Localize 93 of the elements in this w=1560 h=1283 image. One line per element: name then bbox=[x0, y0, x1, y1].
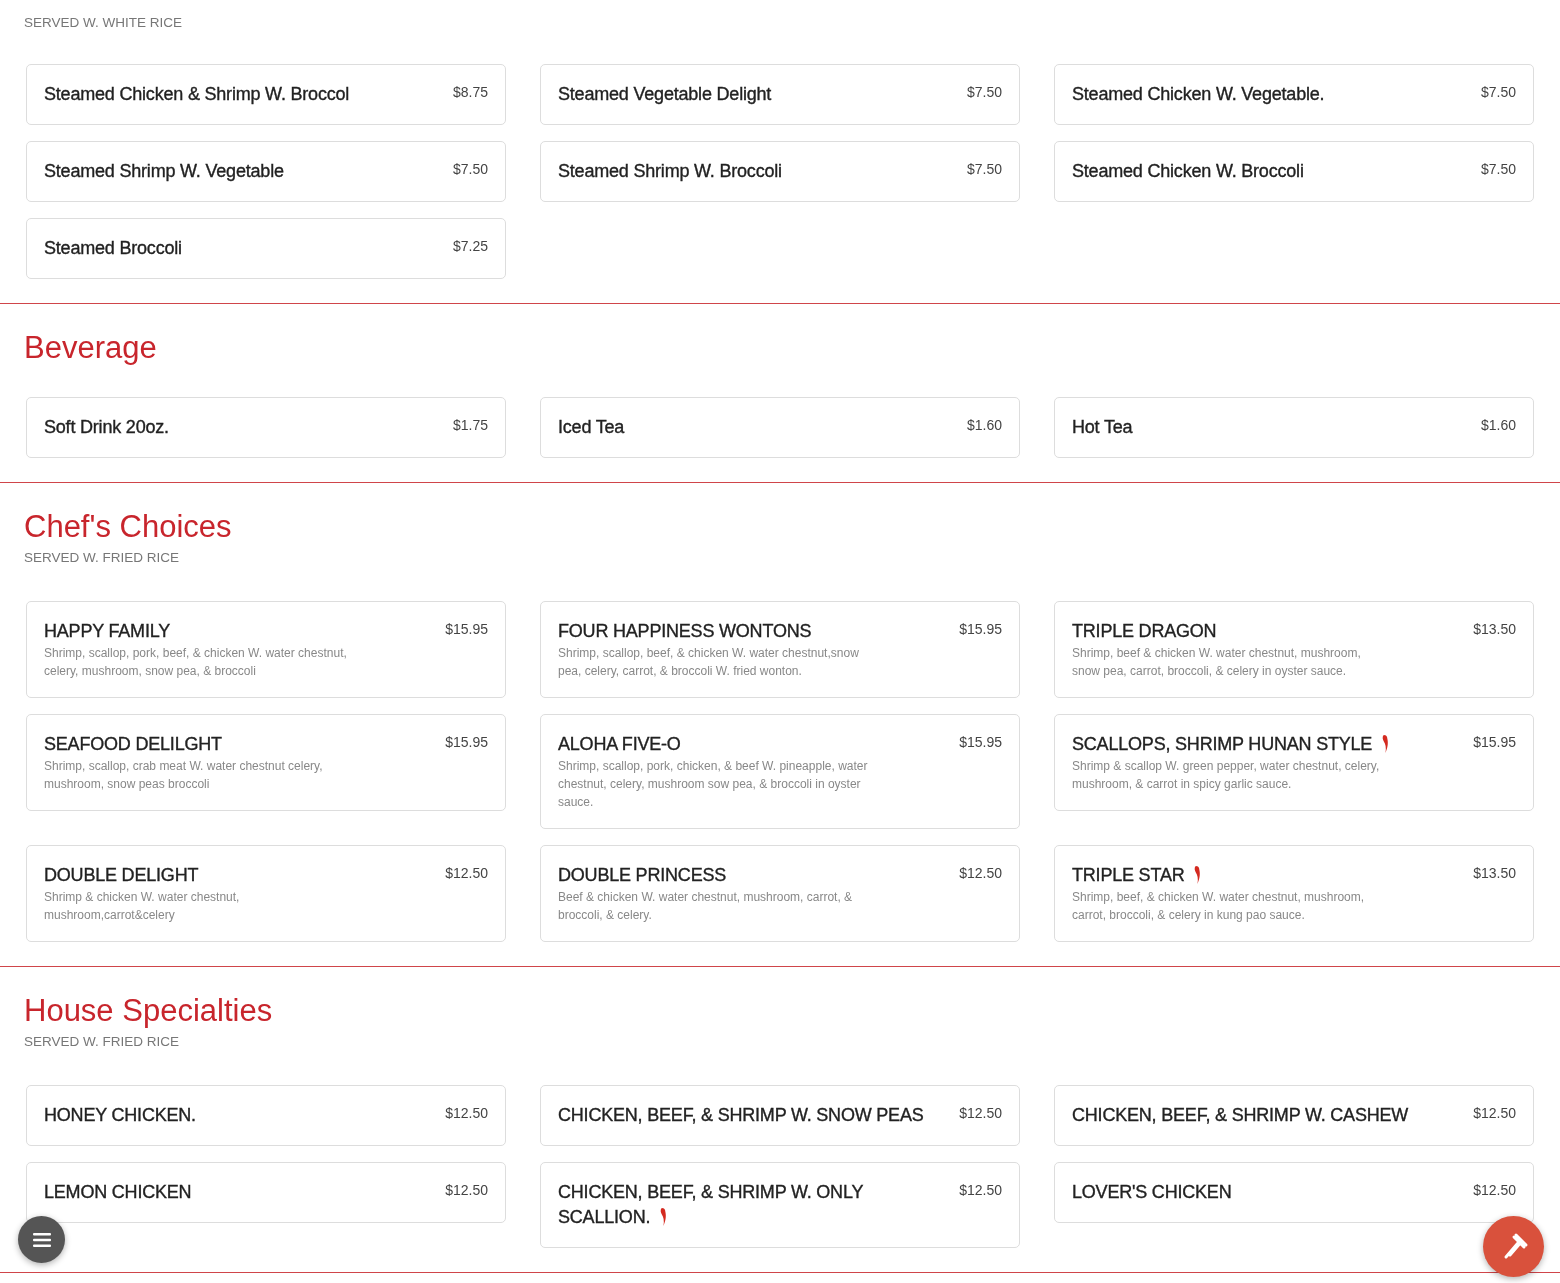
item-name: Steamed Shrimp W. Broccoli bbox=[558, 161, 782, 181]
item-name: Steamed Vegetable Delight bbox=[558, 84, 772, 104]
item-name: CHICKEN, BEEF, & SHRIMP W. ONLY SCALLION. bbox=[558, 1182, 863, 1227]
menu-item-card[interactable]: LOVER'S CHICKEN $12.50 bbox=[1054, 1162, 1534, 1223]
section-title: Chef's Choices bbox=[24, 508, 233, 546]
item-price: $12.50 bbox=[959, 864, 1002, 883]
item-name: SEAFOOD DELILGHT bbox=[44, 734, 222, 754]
menu-item-card[interactable]: Steamed Broccoli $7.25 bbox=[26, 218, 506, 279]
item-name: Steamed Broccoli bbox=[44, 238, 182, 258]
menu-item-card[interactable]: SEAFOOD DELILGHT Shrimp, scallop, crab meat W. water chestnut celery, mushroom, snow peas broccoli $15.95 bbox=[26, 714, 506, 811]
item-price: $12.50 bbox=[445, 1104, 488, 1123]
item-name: CHICKEN, BEEF, & SHRIMP W. CASHEW bbox=[1072, 1105, 1409, 1125]
item-price: $15.95 bbox=[1473, 733, 1516, 752]
menu-item-card[interactable]: HAPPY FAMILY Shrimp, scallop, pork, beef, & chicken W. water chestnut, celery, mushroom, snow pea, & broccoli $15.95 bbox=[26, 601, 506, 698]
section-subtitle: SERVED W. FRIED RICE bbox=[24, 550, 181, 565]
menu-item-card[interactable]: FOUR HAPPINESS WONTONS Shrimp, scallop, beef, & chicken W. water chestnut,snow pea, celery, carrot, & broccoli W. fried wonton. $15.95 bbox=[540, 601, 1020, 698]
item-name: FOUR HAPPINESS WONTONS bbox=[558, 621, 812, 641]
item-name: HAPPY FAMILY bbox=[44, 621, 170, 641]
menu-item-card[interactable]: Steamed Shrimp W. Broccoli $7.50 bbox=[540, 141, 1020, 202]
item-price: $12.50 bbox=[445, 1181, 488, 1200]
item-price: $15.95 bbox=[445, 733, 488, 752]
order-button[interactable] bbox=[1483, 1216, 1544, 1277]
item-price: $7.50 bbox=[966, 83, 1002, 102]
menu-item-card[interactable]: ALOHA FIVE-O Shrimp, scallop, pork, chicken, & beef W. pineapple, water chestnut, celery, mushroom sow pea, & broccoli in oyster sauce. $15.95 bbox=[540, 714, 1020, 829]
section-subtitle: SERVED W. WHITE RICE bbox=[24, 15, 184, 30]
item-name: Hot Tea bbox=[1072, 417, 1133, 437]
menu-item-card[interactable]: Steamed Shrimp W. Vegetable $7.50 bbox=[26, 141, 506, 202]
item-description: Shrimp, scallop, beef, & chicken W. water chestnut,snow pea, celery, carrot, & broccoli W. fried wonton. bbox=[558, 645, 860, 680]
section-subtitle: SERVED W. FRIED RICE bbox=[24, 1034, 181, 1049]
menu-item-card[interactable]: Steamed Chicken W. Vegetable. $7.50 bbox=[1054, 64, 1534, 125]
item-name: SCALLOPS, SHRIMP HUNAN STYLE bbox=[1072, 734, 1373, 754]
item-price: $7.50 bbox=[966, 160, 1002, 179]
item-price: $13.50 bbox=[1473, 620, 1516, 639]
item-price: $12.50 bbox=[959, 1104, 1002, 1123]
item-name: Iced Tea bbox=[558, 417, 625, 437]
item-description: Shrimp & scallop W. green pepper, water chestnut, celery, mushroom, & carrot in spicy garlic sauce. bbox=[1072, 758, 1381, 793]
menu-item-card[interactable]: HONEY CHICKEN. $12.50 bbox=[26, 1085, 506, 1146]
item-price: $1.75 bbox=[452, 416, 488, 435]
menu-item-card[interactable]: DOUBLE PRINCESS Beef & chicken W. water chestnut, mushroom, carrot, & broccoli, & celery. $12.50 bbox=[540, 845, 1020, 942]
item-name: Steamed Chicken W. Vegetable. bbox=[1072, 84, 1325, 104]
item-name: Steamed Chicken W. Broccoli bbox=[1072, 161, 1304, 181]
item-price: $12.50 bbox=[959, 1181, 1002, 1200]
menu-item-card[interactable]: Hot Tea $1.60 bbox=[1054, 397, 1534, 458]
item-price: $1.60 bbox=[966, 416, 1002, 435]
item-name: CHICKEN, BEEF, & SHRIMP W. SNOW PEAS bbox=[558, 1105, 924, 1125]
item-price: $7.50 bbox=[1480, 160, 1516, 179]
item-name: TRIPLE DRAGON bbox=[1072, 621, 1217, 641]
item-price: $12.50 bbox=[1473, 1104, 1516, 1123]
menu-item-card[interactable]: Steamed Chicken & Shrimp W. Broccol $8.75 bbox=[26, 64, 506, 125]
menu-item-card[interactable]: SCALLOPS, SHRIMP HUNAN STYLE Shrimp & scallop W. green pepper, water chestnut, celery, mushroom, & carrot in spicy garlic sauce. $15.95 bbox=[1054, 714, 1534, 811]
item-name: LEMON CHICKEN bbox=[44, 1182, 192, 1202]
section-title: House Specialties bbox=[24, 992, 274, 1030]
menu-item-card[interactable]: TRIPLE DRAGON Shrimp, beef & chicken W. water chestnut, mushroom, snow pea, carrot, broccoli, & celery in oyster sauce. $13.50 bbox=[1054, 601, 1534, 698]
item-name: DOUBLE DELIGHT bbox=[44, 865, 199, 885]
item-price: $7.50 bbox=[1480, 83, 1516, 102]
item-name: Steamed Chicken & Shrimp W. Broccol bbox=[44, 84, 350, 104]
menu-button[interactable] bbox=[18, 1216, 65, 1263]
item-price: $15.95 bbox=[445, 620, 488, 639]
item-description: Shrimp, scallop, pork, beef, & chicken W. water chestnut, celery, mushroom, snow pea, & broccoli bbox=[44, 645, 348, 680]
menu-item-card[interactable]: Steamed Chicken W. Broccoli $7.50 bbox=[1054, 141, 1534, 202]
item-description: Shrimp, scallop, crab meat W. water chestnut celery, mushroom, snow peas broccoli bbox=[44, 758, 324, 793]
menu-item-card[interactable]: Steamed Vegetable Delight $7.50 bbox=[540, 64, 1020, 125]
item-name: LOVER'S CHICKEN bbox=[1072, 1182, 1232, 1202]
item-name: HONEY CHICKEN. bbox=[44, 1105, 196, 1125]
menu-icon bbox=[32, 1232, 51, 1247]
item-price: $8.75 bbox=[452, 83, 488, 102]
item-name: Steamed Shrimp W. Vegetable bbox=[44, 161, 284, 181]
item-price: $15.95 bbox=[959, 620, 1002, 639]
menu-item-card[interactable]: Iced Tea $1.60 bbox=[540, 397, 1020, 458]
item-price: $15.95 bbox=[959, 733, 1002, 752]
menu-item-card[interactable]: CHICKEN, BEEF, & SHRIMP W. CASHEW $12.50 bbox=[1054, 1085, 1534, 1146]
item-description: Shrimp, scallop, pork, chicken, & beef W. pineapple, water chestnut, celery, mushroom sow pea, & broccoli in oyster sauce. bbox=[558, 758, 869, 811]
menu-item-card[interactable]: DOUBLE DELIGHT Shrimp & chicken W. water chestnut, mushroom,carrot&celery $12.50 bbox=[26, 845, 506, 942]
menu-item-card[interactable]: CHICKEN, BEEF, & SHRIMP W. ONLY SCALLION. $12.50 bbox=[540, 1162, 1020, 1248]
item-description: Shrimp & chicken W. water chestnut, mushroom,carrot&celery bbox=[44, 889, 241, 924]
item-price: $1.60 bbox=[1480, 416, 1516, 435]
item-price: $12.50 bbox=[1473, 1181, 1516, 1200]
menu-item-card[interactable]: Soft Drink 20oz. $1.75 bbox=[26, 397, 506, 458]
item-price: $7.50 bbox=[452, 160, 488, 179]
item-name: Soft Drink 20oz. bbox=[44, 417, 169, 437]
menu-item-card[interactable]: CHICKEN, BEEF, & SHRIMP W. SNOW PEAS $12.50 bbox=[540, 1085, 1020, 1146]
menu-item-card[interactable]: LEMON CHICKEN $12.50 bbox=[26, 1162, 506, 1223]
item-price: $7.25 bbox=[452, 237, 488, 256]
section-title: Beverage bbox=[24, 329, 158, 367]
item-name: TRIPLE STAR bbox=[1072, 865, 1185, 885]
item-description: Shrimp, beef, & chicken W. water chestnut, mushroom, carrot, broccoli, & celery in kung pao sauce. bbox=[1072, 889, 1366, 924]
item-name: DOUBLE PRINCESS bbox=[558, 865, 727, 885]
item-name: ALOHA FIVE-O bbox=[558, 734, 681, 754]
item-description: Beef & chicken W. water chestnut, mushroom, carrot, & broccoli, & celery. bbox=[558, 889, 854, 924]
item-description: Shrimp, beef & chicken W. water chestnut, mushroom, snow pea, carrot, broccoli, & celery in oyster sauce. bbox=[1072, 645, 1362, 680]
item-price: $13.50 bbox=[1473, 864, 1516, 883]
menu-item-card[interactable]: TRIPLE STAR Shrimp, beef, & chicken W. water chestnut, mushroom, carrot, broccoli, & celery in kung pao sauce. $13.50 bbox=[1054, 845, 1534, 942]
item-price: $12.50 bbox=[445, 864, 488, 883]
